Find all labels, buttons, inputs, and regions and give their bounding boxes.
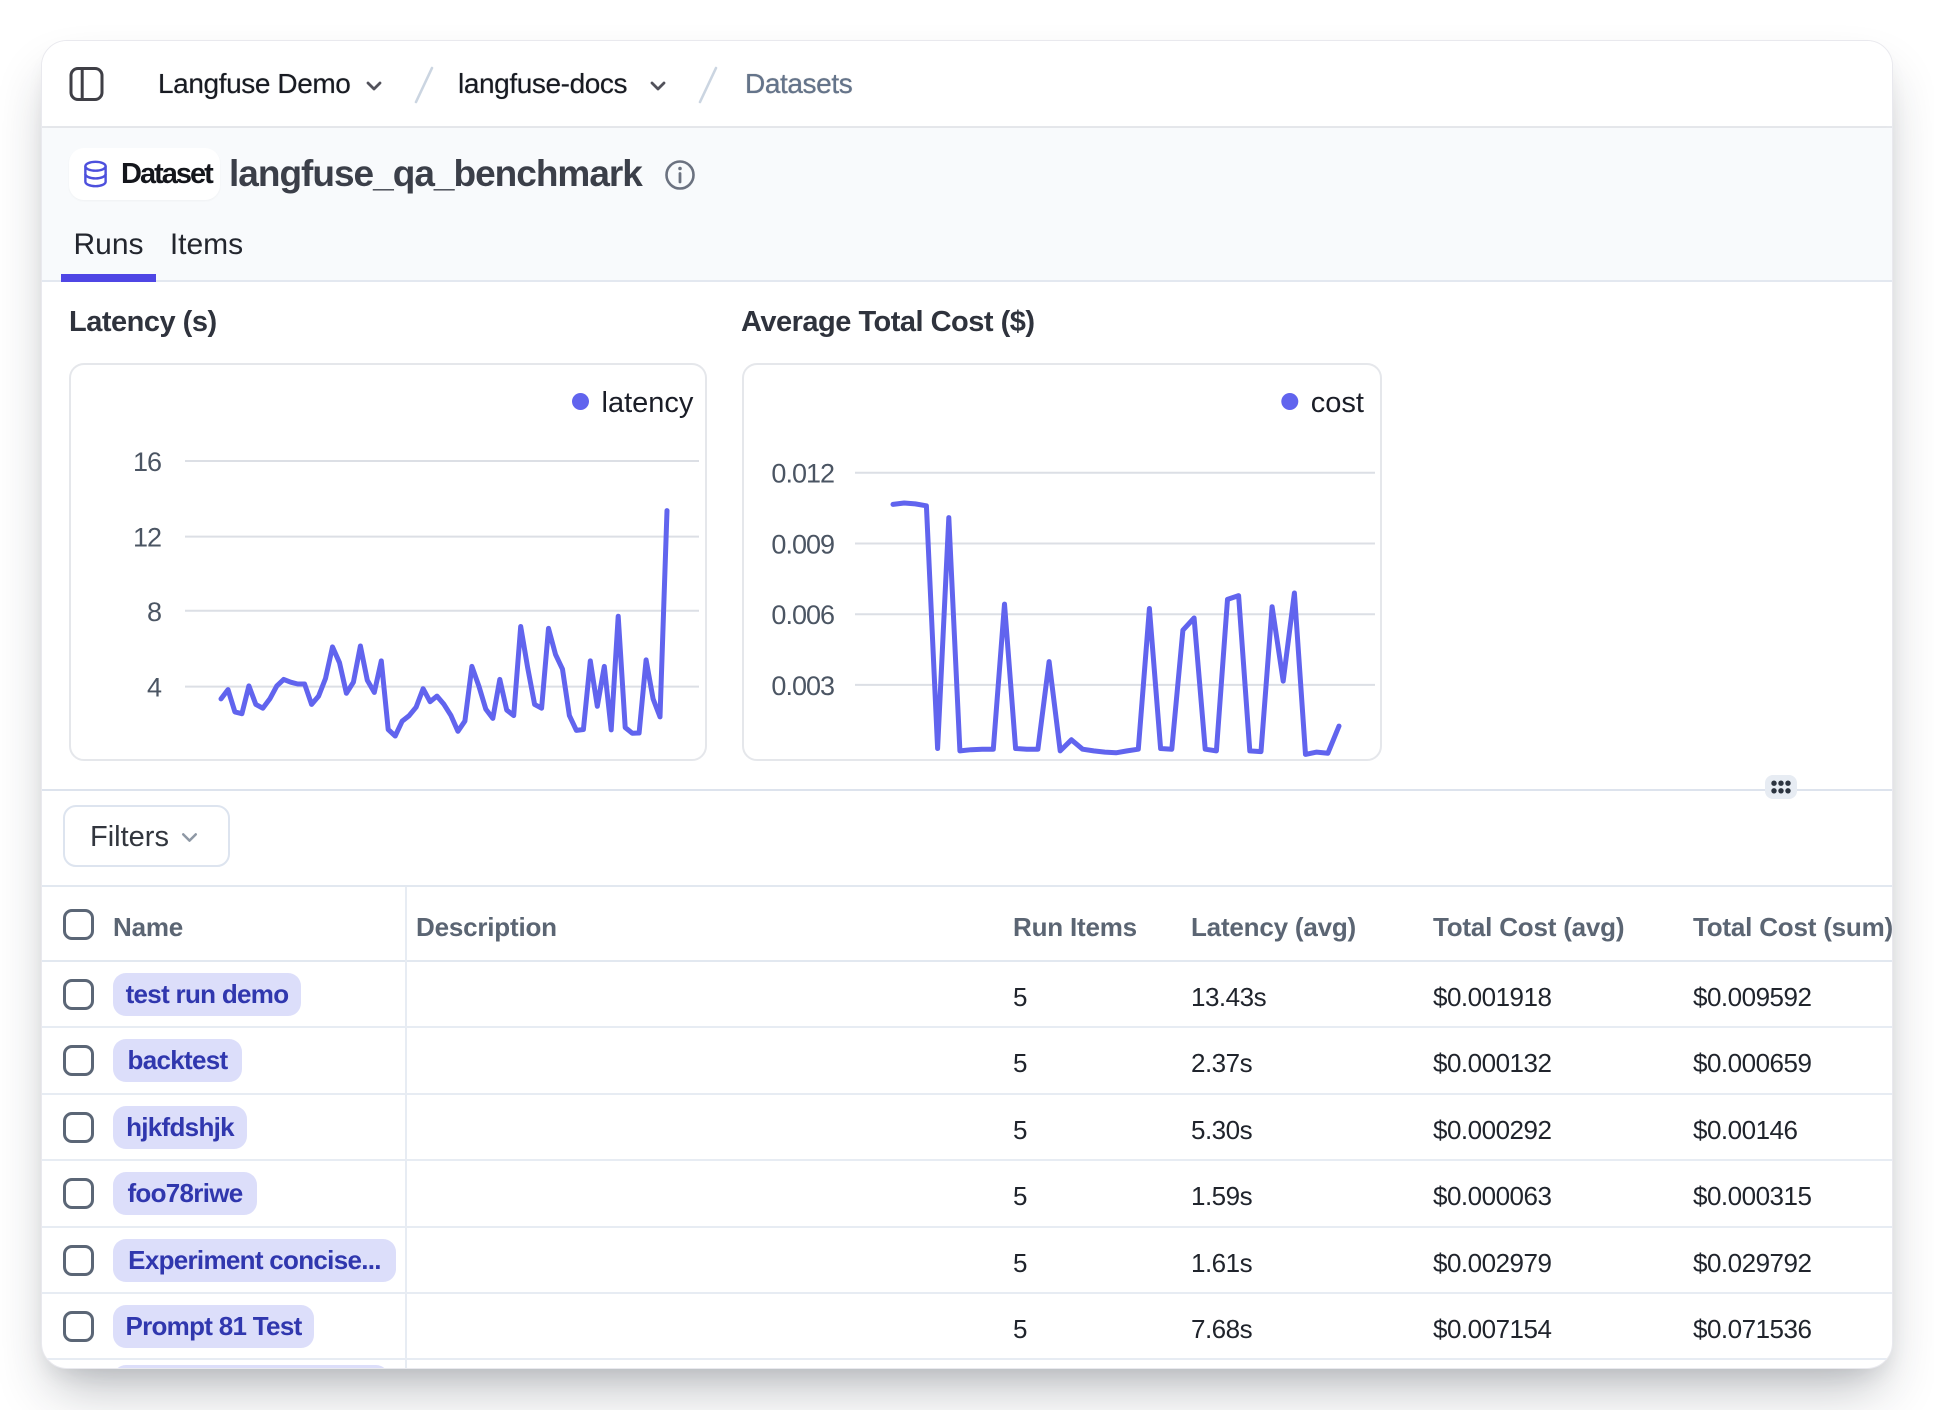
svg-text:latency: latency xyxy=(602,387,694,419)
svg-text:0.012: 0.012 xyxy=(771,459,834,489)
svg-text:0.006: 0.006 xyxy=(771,600,834,630)
svg-text:0.009: 0.009 xyxy=(771,530,834,560)
svg-text:4: 4 xyxy=(147,673,162,703)
svg-text:cost: cost xyxy=(1311,387,1364,419)
svg-text:16: 16 xyxy=(133,447,161,477)
svg-text:8: 8 xyxy=(147,597,161,627)
svg-text:12: 12 xyxy=(133,523,161,553)
svg-text:0.003: 0.003 xyxy=(771,671,834,701)
